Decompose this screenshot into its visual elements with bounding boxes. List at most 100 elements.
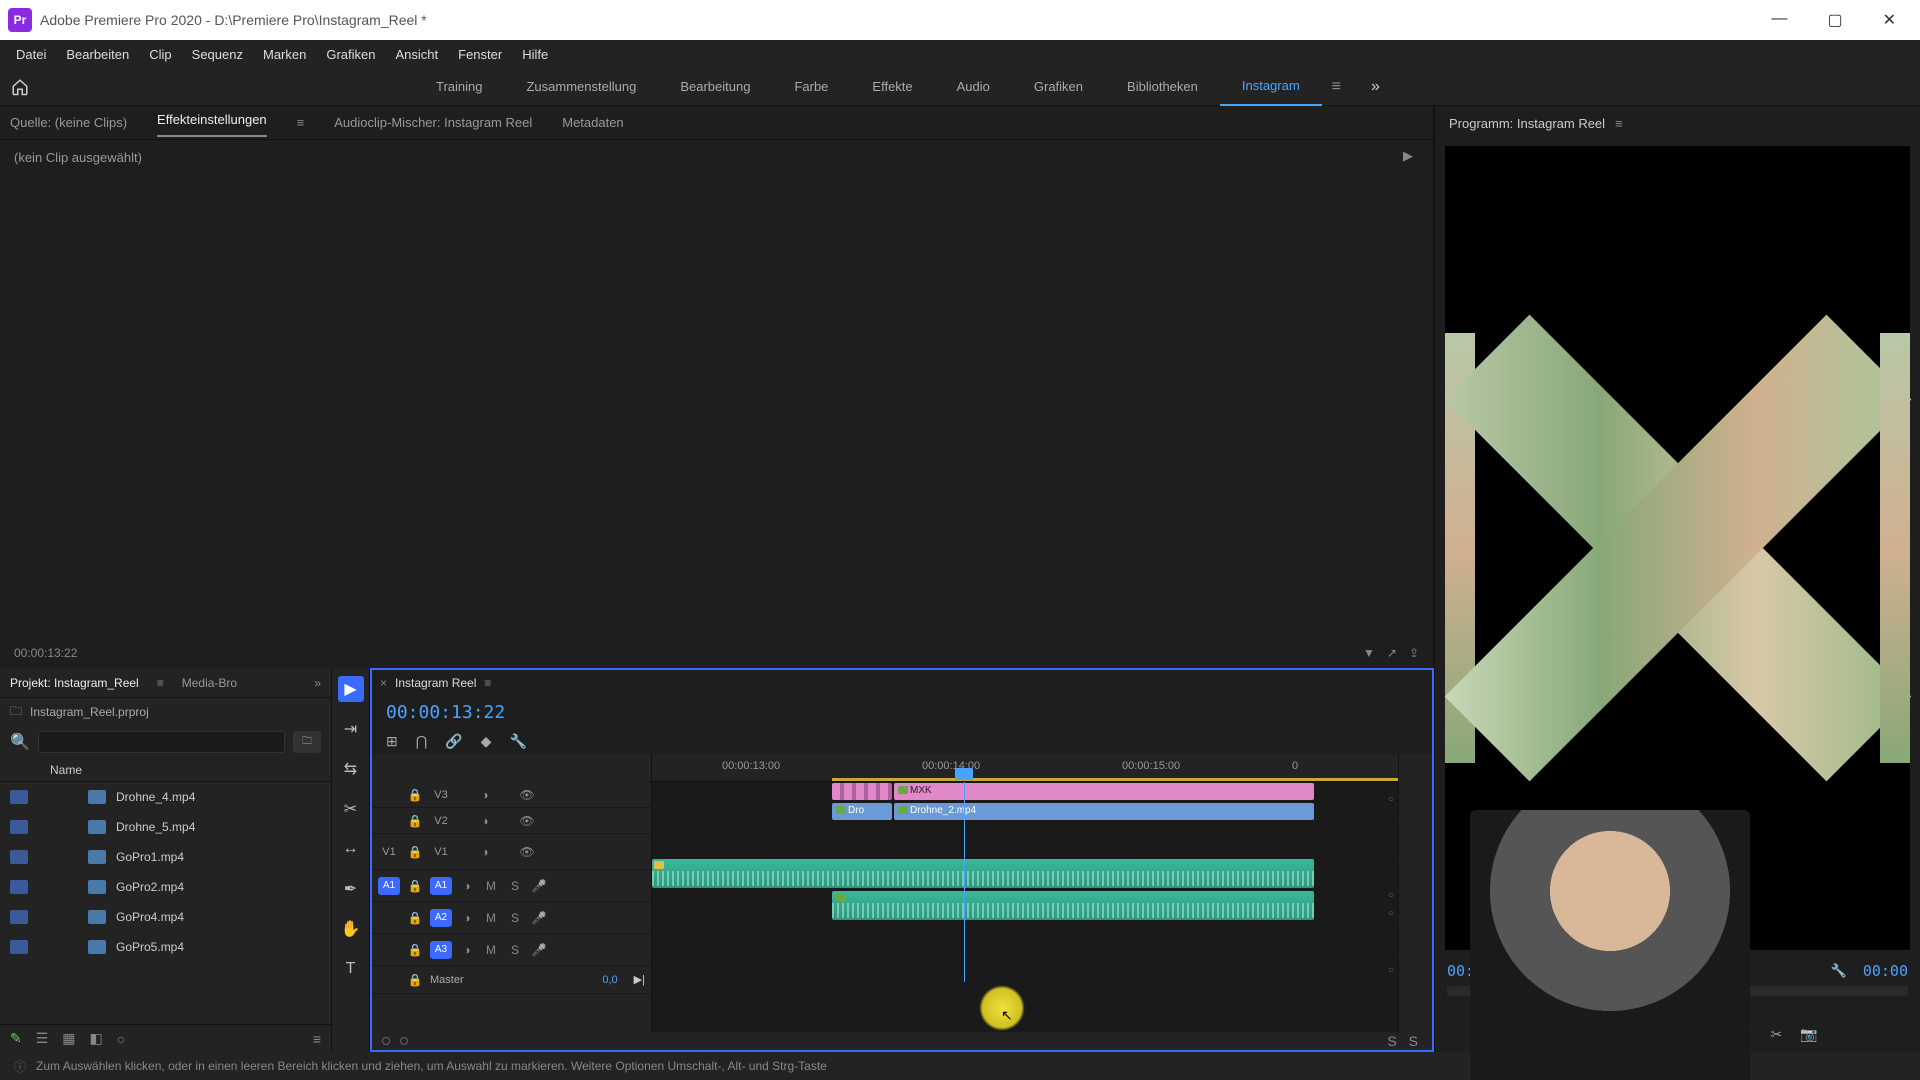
extract-icon[interactable]: ✂ [1771,1026,1783,1043]
video-track-v2[interactable]: Dro Drohne_2.mp4 [652,802,1398,822]
maximize-button[interactable]: ▢ [1819,10,1850,30]
project-search-input[interactable] [38,731,285,753]
time-ruler[interactable]: 00:00:13:00 00:00:14:00 00:00:15:00 0 [652,754,1398,782]
sync-lock-icon[interactable]: ◑ [476,814,494,828]
pen-tool[interactable]: ✒ [338,876,364,902]
home-icon[interactable] [6,73,34,101]
video-track-v3[interactable]: MXK [652,782,1398,802]
list-item[interactable]: GoPro2.mp4 [0,872,331,902]
audio-clip-a1[interactable] [652,859,1314,888]
column-name[interactable]: Name [50,763,82,777]
clip-drohne-1[interactable]: Dro [832,803,892,820]
list-item[interactable]: GoPro1.mp4 [0,842,331,872]
settings-icon[interactable]: 🔧 [509,733,526,750]
program-tab[interactable]: Programm: Instagram Reel [1449,116,1605,131]
workspace-audio[interactable]: Audio [935,68,1012,106]
tab-audioclip-mischer[interactable]: Audioclip-Mischer: Instagram Reel [334,111,532,134]
solo-icon[interactable]: S [506,911,524,925]
snap-icon[interactable]: ⊞ [386,733,398,750]
audio-track-a2[interactable] [652,890,1398,922]
sort-icon[interactable]: ≡ [313,1031,321,1047]
playhead-line[interactable] [964,782,965,982]
voiceover-icon[interactable]: 🎤 [530,879,548,893]
track-header-v1[interactable]: V1🔒V1◑👁 [372,834,651,870]
sync-lock-icon[interactable]: ◑ [476,845,494,859]
zoom-slider-icon[interactable]: ○ [117,1031,125,1047]
eye-icon[interactable]: 👁 [518,845,536,859]
solo-icon[interactable]: S [506,879,524,893]
zoom-handle-left[interactable] [382,1037,390,1045]
timeline-tracks-area[interactable]: 00:00:13:00 00:00:14:00 00:00:15:00 0 MX… [652,754,1398,1032]
sync-lock-icon[interactable]: ◑ [458,911,476,925]
track-header-v3[interactable]: 🔒V3◑👁 [372,782,651,808]
type-tool[interactable]: T [338,956,364,982]
timeline-hscroll[interactable]: S S [372,1032,1432,1050]
share-icon[interactable]: ⇪ [1409,646,1419,660]
workspace-instagram[interactable]: Instagram [1220,68,1322,106]
menu-ansicht[interactable]: Ansicht [385,47,448,62]
workspace-bibliotheken[interactable]: Bibliotheken [1105,68,1220,106]
scroll-handle[interactable]: ○ [1388,965,1394,976]
lock-icon[interactable]: 🔒 [406,943,424,957]
scroll-handle[interactable]: ○ [1388,890,1394,901]
workspace-training[interactable]: Training [414,68,504,106]
tabs-overflow-icon[interactable]: » [314,676,321,690]
solo-icon[interactable]: S [506,943,524,957]
expand-arrow-icon[interactable]: ▶ [1403,148,1413,164]
lock-icon[interactable]: 🔒 [406,788,424,802]
workspace-effekte[interactable]: Effekte [850,68,934,106]
clip-graphic[interactable] [832,783,892,800]
mute-icon[interactable]: M [482,911,500,925]
tab-quelle[interactable]: Quelle: (keine Clips) [10,111,127,134]
filter-icon[interactable]: ▼ [1363,646,1375,660]
razor-tool[interactable]: ✂ [338,796,364,822]
scroll-handle[interactable]: ○ [1388,908,1394,919]
track-header-master[interactable]: 🔒Master0,0▶| [372,966,651,994]
mute-icon[interactable]: M [482,879,500,893]
workspace-zusammenstellung[interactable]: Zusammenstellung [504,68,658,106]
source-patch-a1[interactable]: A1 [378,877,400,895]
lock-icon[interactable]: 🔒 [406,879,424,893]
tab-metadaten[interactable]: Metadaten [562,111,623,134]
freeform-view-icon[interactable]: ◧ [90,1030,103,1047]
workspace-farbe[interactable]: Farbe [772,68,850,106]
eye-icon[interactable]: 👁 [518,788,536,802]
workspace-bearbeitung[interactable]: Bearbeitung [658,68,772,106]
sync-lock-icon[interactable]: ◑ [476,788,494,802]
timeline-timecode[interactable]: 00:00:13:22 [386,702,505,723]
menu-sequenz[interactable]: Sequenz [182,47,253,62]
list-item[interactable]: Drohne_4.mp4 [0,782,331,812]
video-track-v1[interactable] [652,822,1398,858]
close-button[interactable]: ✕ [1875,10,1904,30]
track-header-a2[interactable]: 🔒A2◑MS🎤 [372,902,651,934]
minimize-button[interactable]: — [1763,10,1795,30]
track-header-a1[interactable]: A1🔒A1◑MS🎤 [372,870,651,902]
clip-text-mxk[interactable]: MXK [894,783,1314,800]
menu-datei[interactable]: Datei [6,47,56,62]
icon-view-icon[interactable]: ▦ [62,1030,75,1047]
menu-bearbeiten[interactable]: Bearbeiten [56,47,139,62]
ripple-edit-tool[interactable]: ⇆ [338,756,364,782]
new-item-icon[interactable]: ✎ [10,1030,22,1047]
audio-clip-a2[interactable] [832,891,1314,920]
panel-menu-icon[interactable]: ≡ [1615,116,1623,131]
marker-icon[interactable]: ◆ [481,733,492,750]
menu-grafiken[interactable]: Grafiken [316,47,385,62]
playhead-handle[interactable] [955,768,973,780]
tab-media-browser[interactable]: Media-Bro [182,676,237,690]
voiceover-icon[interactable]: 🎤 [530,943,548,957]
sync-lock-icon[interactable]: ◑ [458,943,476,957]
slip-tool[interactable]: ↔ [338,836,364,862]
lock-icon[interactable]: 🔒 [406,845,424,859]
workspace-menu-icon[interactable]: ≡ [1322,78,1351,96]
work-area-bar[interactable] [832,778,1398,781]
export-icon[interactable]: ↗ [1387,646,1397,660]
list-item[interactable]: GoPro5.mp4 [0,932,331,962]
audio-track-a3[interactable] [652,922,1398,954]
clip-drohne-2[interactable]: Drohne_2.mp4 [894,803,1314,820]
list-item[interactable]: GoPro4.mp4 [0,902,331,932]
menu-fenster[interactable]: Fenster [448,47,512,62]
scroll-handle[interactable]: ○ [1388,794,1394,805]
lock-icon[interactable]: 🔒 [406,973,424,987]
hand-tool[interactable]: ✋ [338,916,364,942]
